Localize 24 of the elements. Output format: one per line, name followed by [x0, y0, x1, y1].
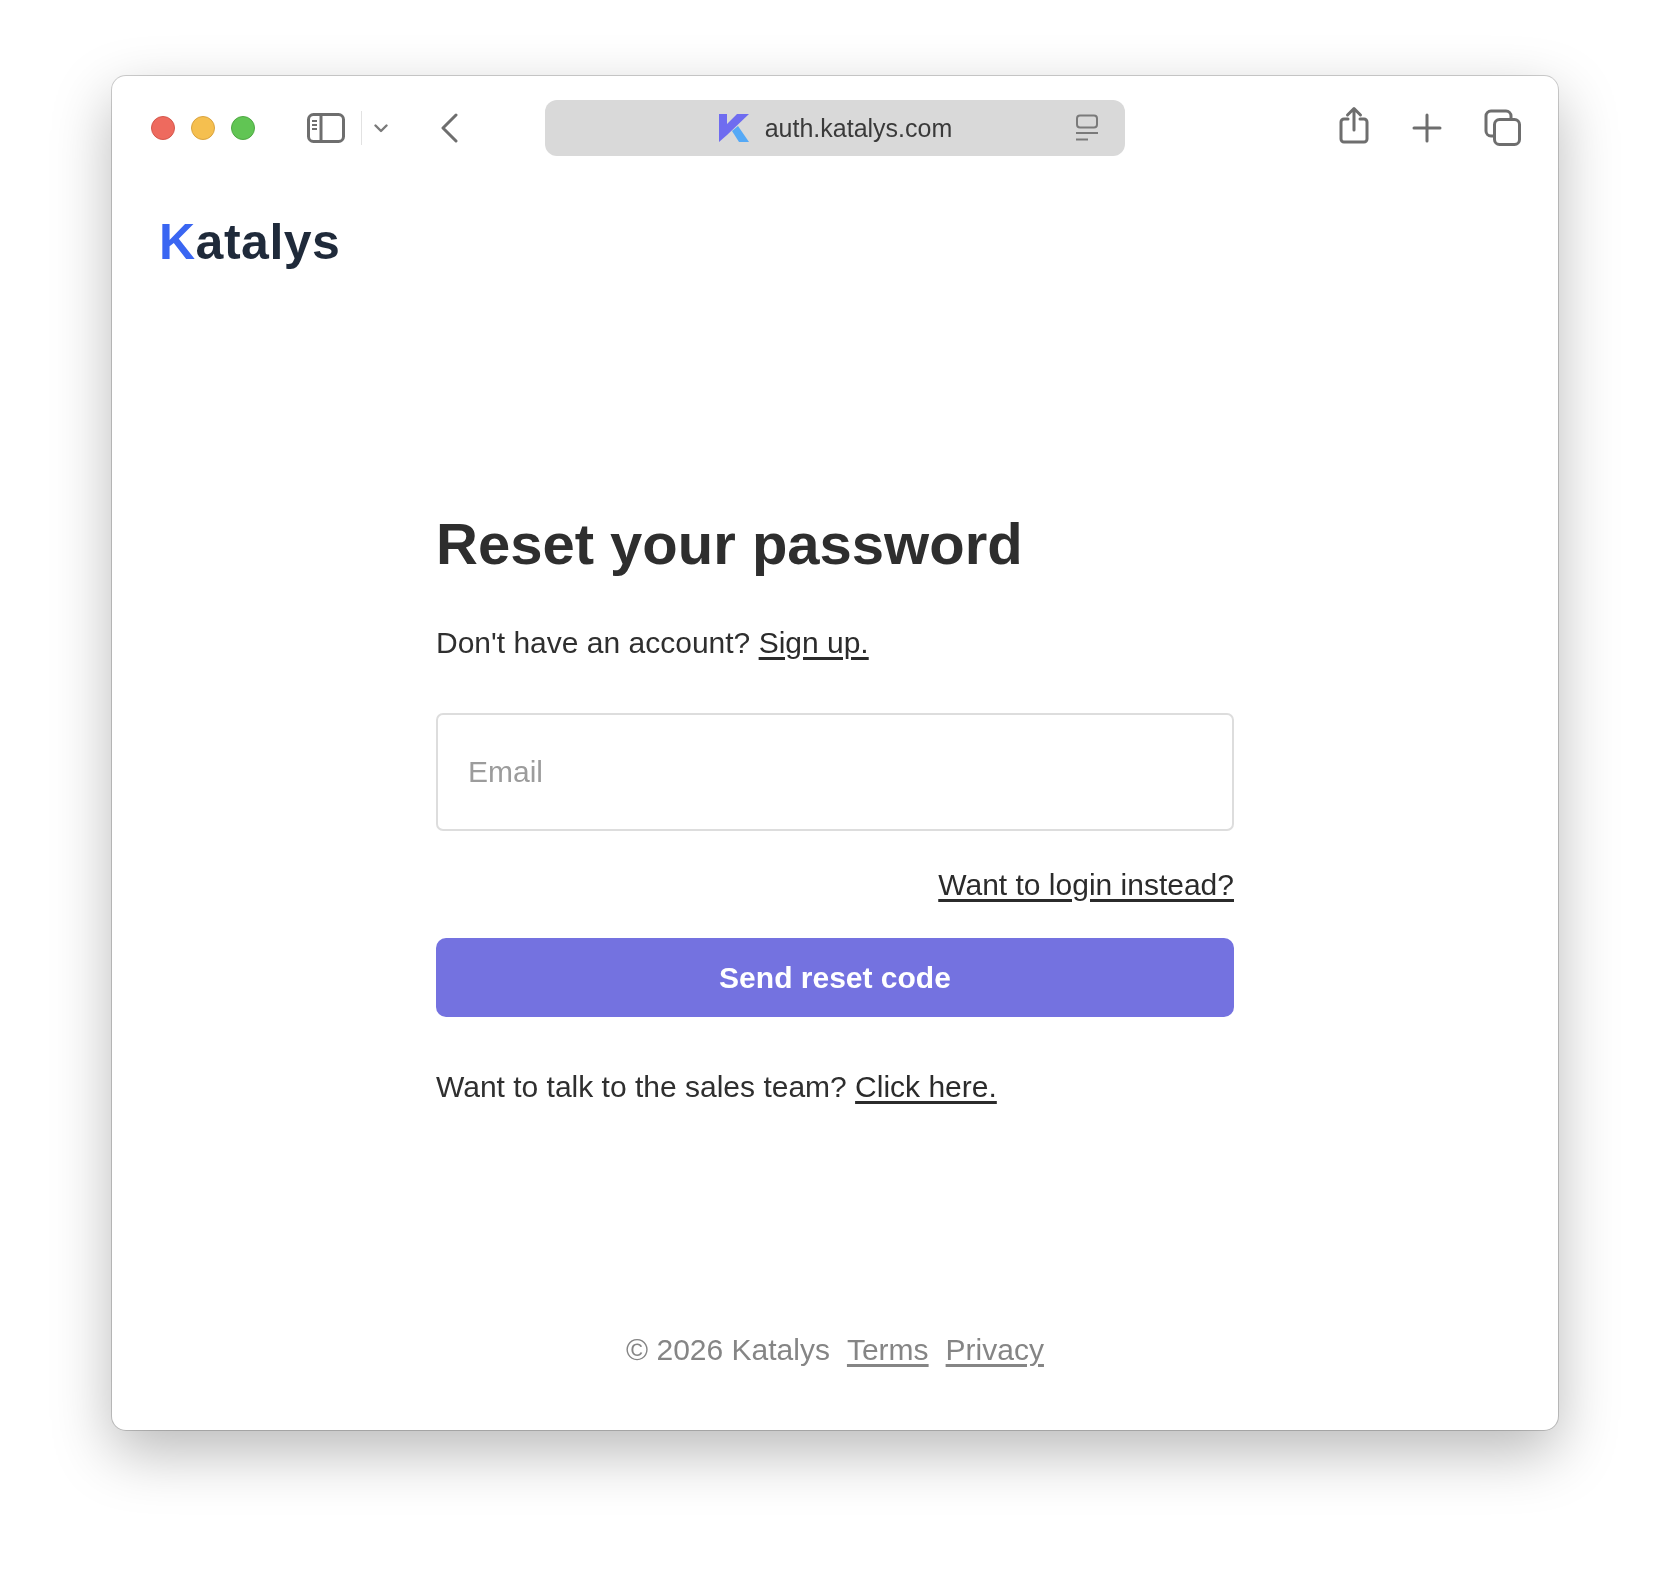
logo: Katalys [159, 217, 341, 267]
footer-link[interactable]: Terms [846, 1330, 929, 1369]
chevron-down-icon[interactable] [374, 123, 388, 133]
new-tab-icon[interactable] [1412, 113, 1442, 143]
login-link[interactable]: Want to login instead? [938, 865, 1234, 904]
share-icon[interactable] [1338, 106, 1370, 144]
page-title: Reset your password [436, 510, 1023, 578]
sales-link[interactable]: Click here. [855, 1070, 997, 1103]
favicon-icon [717, 114, 750, 142]
sidebar-icon[interactable] [307, 113, 345, 143]
tab-overview-icon[interactable] [1484, 109, 1522, 147]
reader-icon[interactable] [1074, 114, 1100, 142]
window-zoom-icon[interactable] [231, 116, 255, 140]
window-close-icon[interactable] [151, 116, 175, 140]
copyright-text: © 2026 Katalys [626, 1332, 830, 1368]
send-reset-code-button[interactable]: Send reset code [436, 938, 1234, 1017]
url-text: auth.katalys.com [764, 113, 953, 143]
address-bar[interactable]: auth.katalys.com [545, 100, 1125, 156]
footer-link[interactable]: Privacy [945, 1330, 1044, 1369]
signup-link[interactable]: Sign up. [758, 626, 869, 659]
back-icon[interactable] [441, 113, 458, 143]
sales-prompt: Want to talk to the sales team? Click here. [436, 1069, 997, 1105]
signup-prompt: Don't have an account? Sign up. [436, 625, 869, 661]
email-field[interactable]: Email [436, 713, 1234, 831]
